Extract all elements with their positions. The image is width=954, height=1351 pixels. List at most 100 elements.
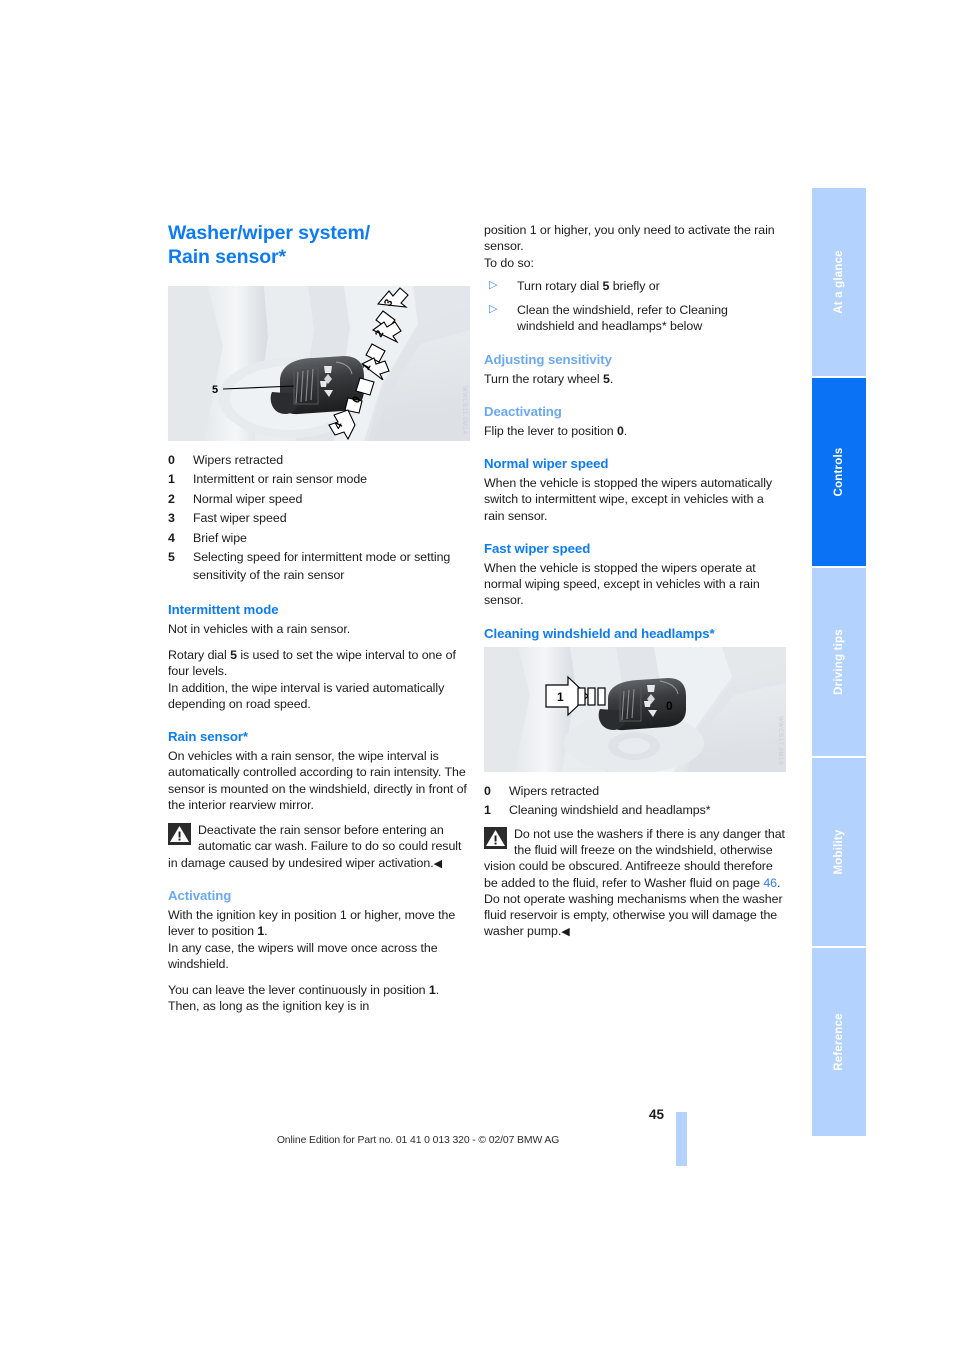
triangle-bullet-icon: ▷	[489, 278, 498, 291]
continued-paragraph-2: To do so:	[484, 255, 534, 270]
warning-text-part-2: .	[777, 875, 781, 890]
inline-reference-number: 0	[616, 423, 624, 438]
svg-text:1: 1	[557, 690, 564, 704]
tab-driving-tips[interactable]: Driving tips	[812, 568, 866, 756]
text-fragment: .	[264, 924, 268, 939]
legend-number: 1	[484, 802, 491, 817]
page-title: Washer/wiper system/ Rain sensor*	[168, 222, 470, 270]
legend-text: Wipers retracted	[193, 452, 284, 467]
washer-stalk-illustration: 1 0	[484, 646, 786, 772]
page-title-line1: Washer/wiper system/	[168, 222, 371, 244]
legend-number: 0	[484, 783, 491, 798]
normal-wiper-speed-paragraph: When the vehicle is stopped the wipers a…	[484, 476, 773, 523]
legend-item: 2 Normal wiper speed	[168, 491, 470, 509]
warning-text-part-1: Do not use the washers if there is any d…	[484, 826, 785, 890]
tab-mobility[interactable]: Mobility	[812, 758, 866, 946]
text-fragment: briefly or	[609, 278, 660, 293]
footer-accent-bar	[676, 1112, 687, 1166]
deactivating-paragraph: Flip the lever to position 0.	[484, 423, 786, 439]
tab-label: Controls	[833, 447, 845, 497]
legend-number: 0	[168, 452, 175, 467]
list-item-text: Turn rotary dial 5 briefly or	[517, 278, 786, 294]
heading-deactivating: Deactivating	[484, 403, 562, 419]
list-item: ▷ Clean the windshield, refer to Cleanin…	[484, 302, 786, 335]
tab-reference[interactable]: Reference	[812, 948, 866, 1136]
rain-sensor-paragraph: On vehicles with a rain sensor, the wipe…	[168, 749, 467, 812]
legend-text: Wipers retracted	[509, 783, 600, 798]
left-column: Washer/wiper system/ Rain sensor* 5 3 2 …	[168, 222, 470, 1015]
end-marker-icon: ◀	[561, 926, 570, 939]
text-fragment: Turn the rotary wheel	[484, 371, 603, 386]
tab-controls[interactable]: Controls	[812, 378, 866, 566]
heading-intermittent-mode: Intermittent mode	[168, 601, 279, 617]
svg-text:0: 0	[666, 699, 673, 713]
footer-edition-notice: Online Edition for Part no. 01 41 0 013 …	[276, 1135, 560, 1146]
tab-label: At a glance	[833, 250, 845, 314]
svg-text:5: 5	[212, 384, 218, 396]
text-fragment: .	[609, 371, 614, 386]
figure-legend-washer: 0 Wipers retracted 1 Cleaning windshield…	[484, 783, 786, 820]
inline-reference-number: 5	[602, 371, 610, 386]
warning-triangle-icon	[168, 823, 191, 846]
warning-note-rain-sensor: Deactivate the rain sensor before enteri…	[168, 822, 470, 871]
legend-text: Fast wiper speed	[193, 511, 287, 526]
list-item: ▷ Turn rotary dial 5 briefly or	[484, 278, 786, 294]
figure-watermark: WWCB17.0M1A	[777, 716, 783, 766]
legend-item: 0 Wipers retracted	[168, 452, 470, 470]
triangle-bullet-icon: ▷	[489, 303, 498, 315]
text-fragment: .	[623, 423, 628, 438]
manual-page: At a glance Controls Driving tips Mobili…	[0, 0, 954, 1351]
heading-adjusting-sensitivity: Adjusting sensitivity	[484, 351, 612, 367]
warning-triangle-icon	[484, 826, 507, 849]
tab-label: Mobility	[833, 829, 845, 875]
legend-number: 2	[168, 491, 175, 506]
legend-item: 1 Cleaning windshield and headlamps*	[484, 802, 786, 820]
index-tab-strip: At a glance Controls Driving tips Mobili…	[812, 188, 866, 1138]
text-fragment: Turn rotary dial	[517, 278, 603, 293]
text-fragment: Rotary dial	[168, 648, 231, 663]
adjusting-sensitivity-paragraph: Turn the rotary wheel 5.	[484, 371, 786, 387]
legend-number: 5	[168, 549, 175, 564]
tab-label: Driving tips	[833, 629, 845, 695]
tab-label: Reference	[833, 1013, 845, 1071]
intermittent-paragraph-3: In addition, the wipe interval is varied…	[168, 680, 445, 711]
right-column: position 1 or higher, you only need to a…	[484, 222, 786, 940]
text-fragment: With the ignition key in position 1 or h…	[168, 908, 456, 939]
warning-text-part-3: Do not operate washing mechanisms when t…	[484, 891, 783, 939]
page-title-line2: Rain sensor*	[168, 245, 287, 268]
warning-text: Deactivate the rain sensor before enteri…	[168, 823, 462, 870]
page-cross-reference-link[interactable]: 46	[763, 876, 777, 890]
legend-text: Brief wipe	[193, 530, 247, 545]
heading-normal-wiper-speed: Normal wiper speed	[484, 456, 609, 471]
activating-paragraph-2: In any case, the wipers will move once a…	[168, 940, 438, 971]
fast-wiper-speed-paragraph: When the vehicle is stopped the wipers o…	[484, 560, 760, 608]
legend-item: 1 Intermittent or rain sensor mode	[168, 471, 470, 489]
continued-paragraph-1: position 1 or higher, you only need to a…	[484, 223, 775, 254]
end-marker-icon: ◀	[433, 857, 443, 870]
figure-legend-positions: 0 Wipers retracted 1 Intermittent or rai…	[168, 452, 470, 585]
legend-text: Normal wiper speed	[193, 491, 303, 506]
warning-note-washers: Do not use the washers if there is any d…	[484, 826, 786, 940]
heading-activating: Activating	[168, 888, 232, 904]
intermittent-paragraph-1: Not in vehicles with a rain sensor.	[168, 621, 351, 636]
page-number: 45	[648, 1107, 664, 1122]
figure-wiper-stalk-positions: 5 3 2 1 0 4 WWCB11.0M1A	[168, 285, 470, 441]
legend-text: Selecting speed for intermittent mode or…	[193, 549, 451, 582]
heading-rain-sensor: Rain sensor*	[168, 729, 249, 745]
intermittent-paragraph-2: Rotary dial 5 is used to set the wipe in…	[168, 647, 470, 680]
figure-watermark: WWCB11.0M1A	[461, 385, 467, 435]
heading-cleaning-windshield-and-headlamps: Cleaning windshield and headlamps*	[484, 625, 715, 641]
legend-item: 4 Brief wipe	[168, 530, 470, 548]
inline-reference-number: 5	[230, 648, 237, 663]
tab-at-a-glance[interactable]: At a glance	[812, 188, 866, 376]
activating-paragraph-1: With the ignition key in position 1 or h…	[168, 907, 470, 940]
rain-sensor-steps-list: ▷ Turn rotary dial 5 briefly or ▷ Clean …	[484, 278, 786, 335]
legend-number: 4	[168, 530, 175, 545]
legend-text: Intermittent or rain sensor mode	[193, 472, 368, 487]
legend-item: 5 Selecting speed for intermittent mode …	[168, 549, 470, 585]
legend-item: 0 Wipers retracted	[484, 783, 786, 801]
legend-number: 3	[168, 511, 175, 526]
inline-reference-number: 1	[428, 983, 436, 998]
figure-washer-stalk: 1 0 WWCB17.0M1A	[484, 646, 786, 772]
legend-item: 3 Fast wiper speed	[168, 510, 470, 528]
